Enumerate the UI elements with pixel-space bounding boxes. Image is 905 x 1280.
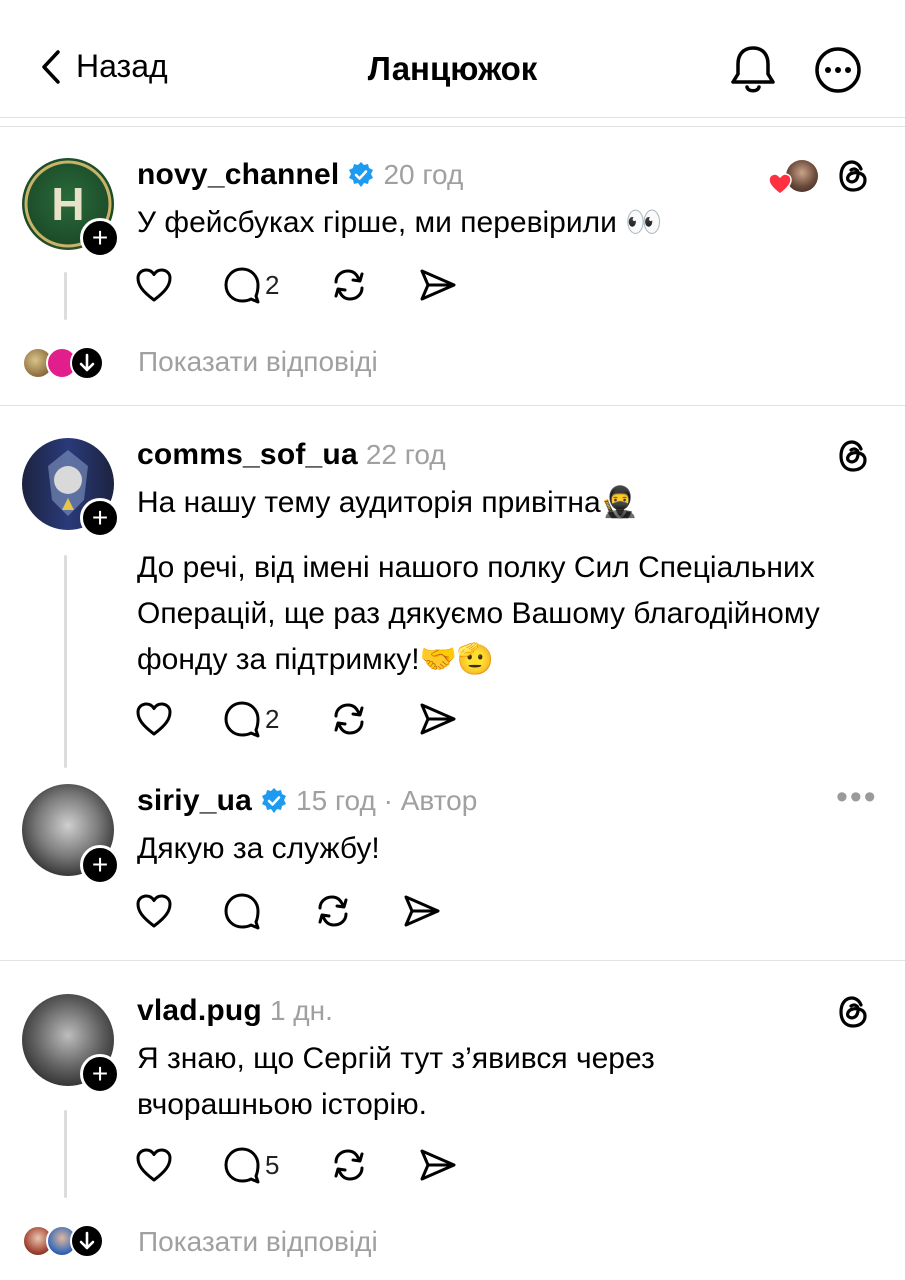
- send-icon: [420, 269, 456, 301]
- share-button[interactable]: [419, 702, 457, 736]
- show-replies-link[interactable]: Показати відповіді: [138, 346, 378, 378]
- send-icon: [420, 703, 456, 735]
- repost-icon: [334, 269, 364, 301]
- reply-button[interactable]: [223, 892, 261, 930]
- repost-icon: [334, 703, 364, 735]
- comment-icon: [224, 893, 260, 930]
- post-time: 20 год: [383, 159, 464, 190]
- post-text: Я знаю, що Сергій тут з’явився через вчо…: [137, 1042, 655, 1121]
- post-time: 1 дн.: [269, 995, 333, 1026]
- verified-badge-icon: [262, 788, 287, 813]
- reply-count: 2: [265, 269, 280, 300]
- post-text: Дякую за службу!: [137, 832, 380, 865]
- username[interactable]: comms_sof_ua: [137, 438, 358, 472]
- username[interactable]: novy_channel: [137, 158, 339, 192]
- heart-icon: [136, 1148, 172, 1182]
- follow-button[interactable]: +: [80, 1054, 120, 1094]
- repost-button[interactable]: [313, 892, 353, 930]
- verified-badge-icon: [349, 162, 374, 187]
- post-text: На нашу тему аудиторія привітна🥷: [137, 486, 638, 519]
- share-button[interactable]: [419, 268, 457, 302]
- post-header: vlad.pug 1 дн.: [137, 994, 333, 1028]
- post-options-button[interactable]: •••: [836, 778, 878, 817]
- share-button[interactable]: [419, 1148, 457, 1182]
- notifications-button[interactable]: [728, 44, 778, 101]
- reply-button[interactable]: 5: [223, 1146, 279, 1184]
- post-actions: [135, 892, 491, 930]
- like-button[interactable]: [135, 893, 173, 929]
- username[interactable]: vlad.pug: [137, 994, 262, 1028]
- threads-logo-icon[interactable]: [836, 994, 870, 1030]
- follow-button[interactable]: +: [80, 218, 120, 258]
- threads-logo-icon[interactable]: [836, 438, 870, 474]
- repost-icon: [334, 1149, 364, 1181]
- header-divider: [0, 126, 905, 127]
- repost-button[interactable]: [329, 1146, 369, 1184]
- repost-icon: [318, 895, 348, 927]
- heart-icon: [136, 268, 172, 302]
- expand-replies-icon: [70, 346, 104, 380]
- post-divider: [0, 960, 905, 961]
- comment-icon: [224, 267, 260, 304]
- reply-count: 5: [265, 1149, 280, 1180]
- share-button[interactable]: [403, 894, 441, 928]
- repost-button[interactable]: [329, 700, 369, 738]
- reply-button[interactable]: 2: [223, 700, 279, 738]
- post-divider: [0, 405, 905, 406]
- username[interactable]: siriy_ua: [137, 784, 252, 818]
- post-actions: 2: [135, 266, 507, 304]
- post-time: 22 год: [365, 439, 446, 470]
- post-actions: 5: [135, 1146, 507, 1184]
- top-bar: Назад Ланцюжок: [0, 0, 905, 118]
- svg-text:H: H: [51, 178, 84, 230]
- follow-button[interactable]: +: [80, 498, 120, 538]
- send-icon: [404, 895, 440, 927]
- reply-count: 2: [265, 703, 280, 734]
- reply-button[interactable]: 2: [223, 266, 279, 304]
- send-icon: [420, 1149, 456, 1181]
- heart-icon: [136, 894, 172, 928]
- more-options-button[interactable]: [814, 46, 862, 99]
- heart-filled-icon: [768, 173, 792, 195]
- like-button[interactable]: [135, 1147, 173, 1183]
- post-text: У фейсбуках гірше, ми перевірили 👀: [137, 206, 663, 239]
- threads-logo-icon[interactable]: [836, 158, 870, 194]
- heart-icon: [136, 702, 172, 736]
- replies-avatars[interactable]: [22, 1224, 104, 1258]
- thread-line: [64, 555, 67, 768]
- liked-by[interactable]: [768, 160, 818, 195]
- thread-line: [64, 1110, 67, 1198]
- like-button[interactable]: [135, 267, 173, 303]
- repost-button[interactable]: [329, 266, 369, 304]
- post-header: comms_sof_ua 22 год: [137, 438, 446, 472]
- post-header: siriy_ua 15 год · Автор: [137, 784, 477, 818]
- follow-button[interactable]: +: [80, 845, 120, 885]
- show-replies-link[interactable]: Показати відповіді: [138, 1226, 378, 1258]
- post-actions: 2: [135, 700, 507, 738]
- post-header: novy_channel 20 год: [137, 158, 463, 192]
- more-circle-icon: [815, 47, 861, 93]
- post-text: До речі, від імені нашого полку Сил Спец…: [137, 551, 820, 676]
- expand-replies-icon: [70, 1224, 104, 1258]
- post-time: 15 год · Автор: [296, 785, 478, 816]
- replies-avatars[interactable]: [22, 346, 104, 380]
- comment-icon: [224, 701, 260, 738]
- like-button[interactable]: [135, 701, 173, 737]
- thread-line: [64, 272, 67, 320]
- bell-icon: [731, 46, 775, 93]
- comment-icon: [224, 1147, 260, 1184]
